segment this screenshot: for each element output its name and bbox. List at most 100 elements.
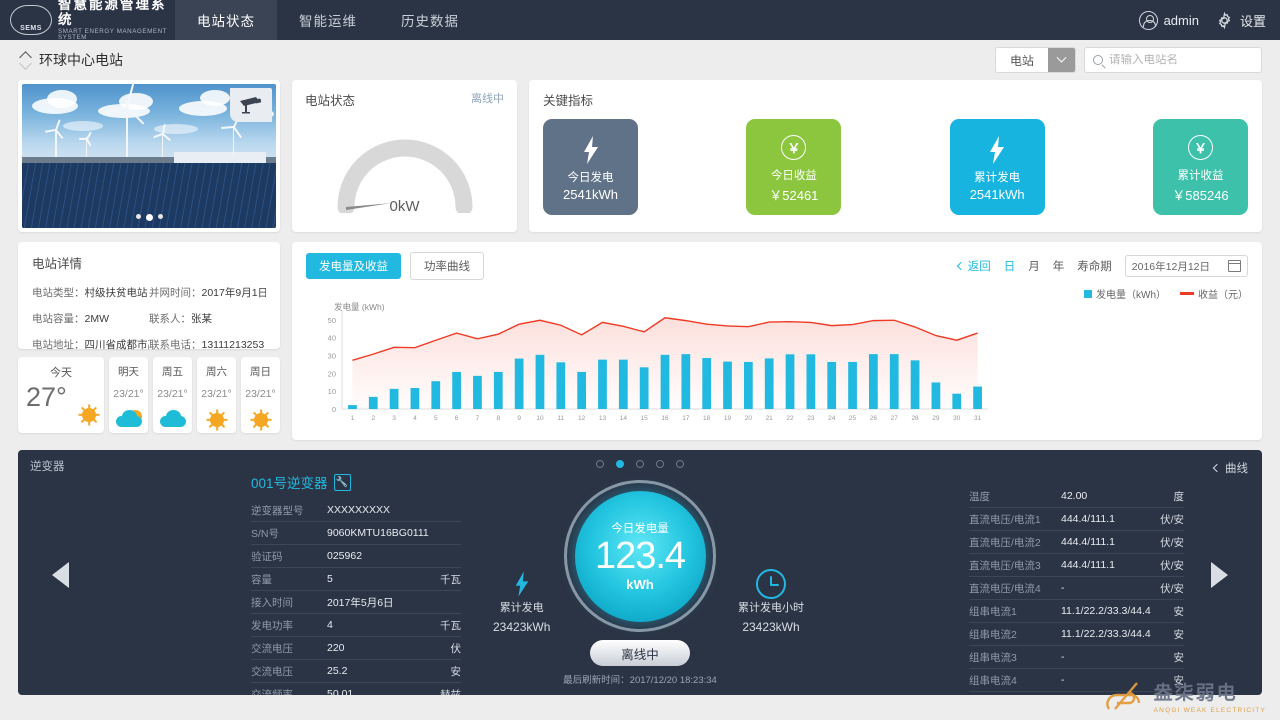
weather-day-label: 明天 — [112, 364, 145, 379]
svg-text:40: 40 — [328, 334, 336, 343]
svg-text:23: 23 — [807, 415, 815, 422]
legend-swatch — [1180, 292, 1194, 295]
station-photo-carousel[interactable] — [18, 80, 280, 232]
weather-day-label: 周六 — [200, 364, 233, 379]
gear-icon — [1215, 11, 1234, 30]
svg-text:20: 20 — [328, 369, 336, 378]
top-navigation-bar: SEMS 智慧能源管理系统 SMART ENERGY MANAGEMENT SY… — [0, 0, 1280, 40]
kpi-today-generation[interactable]: 今日发电 2541kWh — [543, 119, 638, 215]
camera-icon[interactable] — [230, 88, 272, 122]
legend-item-income: 收益（元） — [1180, 286, 1248, 301]
svg-text:2: 2 — [371, 415, 375, 422]
range-month[interactable]: 月 — [1028, 258, 1040, 274]
gauge-unit: kWh — [626, 577, 653, 592]
svg-text:30: 30 — [953, 415, 961, 422]
svg-text:30: 30 — [328, 352, 336, 361]
tab-generation-income[interactable]: 发电量及收益 — [306, 253, 401, 279]
kpi-today-income[interactable]: ￥ 今日收益 ￥52461 — [746, 119, 841, 215]
svg-text:7: 7 — [476, 415, 480, 422]
svg-text:15: 15 — [641, 415, 649, 422]
search-icon — [1093, 55, 1103, 65]
svg-text:14: 14 — [620, 415, 628, 422]
gauge-value: 123.4 — [595, 537, 685, 577]
generation-chart-card: 发电量及收益 功率曲线 返回 日 月 年 寿命期 2016年12月12日 发电量… — [292, 242, 1262, 440]
station-photo — [22, 84, 276, 228]
detail-label: 联系电话： — [149, 339, 202, 351]
inverter-dot[interactable] — [636, 460, 644, 468]
kpi-value: ￥52461 — [769, 185, 818, 204]
cctv-camera-glyph — [238, 96, 264, 114]
filter-select[interactable]: 电站 — [995, 47, 1076, 73]
inverter-carousel-dots[interactable] — [18, 460, 1262, 468]
station-selector[interactable]: 环球中心电站 — [18, 50, 123, 70]
gauge-value: 0kW — [305, 198, 504, 215]
svg-text:0: 0 — [332, 405, 336, 414]
tab-power-curve[interactable]: 功率曲线 — [410, 252, 484, 280]
detail-value: 2017年9月1日 — [202, 287, 267, 299]
svg-text:21: 21 — [766, 415, 774, 422]
inverter-total-generation: 累计发电 23423kWh — [493, 575, 550, 634]
weather-day-label: 周五 — [156, 364, 189, 379]
gauge-inner-circle: 今日发电量 123.4 kWh — [575, 491, 706, 622]
kpi-label: 今日发电 — [568, 169, 614, 185]
carousel-dot[interactable] — [158, 214, 163, 219]
sub-header: 环球中心电站 电站 — [0, 40, 1280, 80]
svg-text:11: 11 — [557, 415, 564, 422]
inverter-total-hours: 累计发电小时 23423kWh — [738, 575, 804, 634]
weather-temp: 23/21° — [200, 388, 233, 400]
detail-item: 电站容量：2MW — [32, 311, 149, 326]
generation-income-chart: 0102030405012345678910111213141516171819… — [306, 303, 996, 425]
weather-today: 今天 27° — [18, 357, 104, 433]
chevron-down-icon[interactable] — [1048, 48, 1075, 72]
watermark-mark-icon — [1103, 679, 1147, 713]
carousel-dots[interactable] — [22, 214, 276, 221]
inverter-dot-active[interactable] — [616, 460, 624, 468]
nav-tab-station-status[interactable]: 电站状态 — [175, 0, 277, 40]
svg-text:8: 8 — [496, 415, 500, 422]
inverter-dot[interactable] — [676, 460, 684, 468]
svg-text:10: 10 — [328, 387, 336, 396]
nav-tab-smart-ops[interactable]: 智能运维 — [277, 0, 379, 40]
user-menu[interactable]: admin — [1139, 11, 1199, 30]
carousel-dot[interactable] — [136, 214, 141, 219]
weather-day-label: 今天 — [26, 364, 96, 380]
kpi-total-generation[interactable]: 累计发电 2541kWh — [950, 119, 1045, 215]
inverter-status-button[interactable]: 离线中 — [590, 640, 690, 666]
date-picker[interactable]: 2016年12月12日 — [1125, 255, 1248, 277]
weather-day: 周六 23/21° — [197, 357, 236, 433]
svg-text:20: 20 — [745, 415, 753, 422]
svg-text:17: 17 — [682, 415, 690, 422]
svg-text:24: 24 — [828, 415, 836, 422]
range-lifetime[interactable]: 寿命期 — [1077, 258, 1112, 274]
detail-value: 13111213253 — [202, 339, 265, 351]
power-gauge: 0kW — [305, 117, 504, 213]
search-input[interactable] — [1109, 54, 1253, 66]
svg-text:31: 31 — [974, 415, 982, 422]
date-value: 2016年12月12日 — [1132, 259, 1210, 274]
kpi-total-income[interactable]: ￥ 累计收益 ￥585246 — [1153, 119, 1248, 215]
carousel-dot-active[interactable] — [146, 214, 153, 221]
calendar-icon[interactable] — [1228, 260, 1241, 272]
svg-text:3: 3 — [392, 415, 396, 422]
range-year[interactable]: 年 — [1053, 258, 1065, 274]
weather-temp: 23/21° — [112, 388, 145, 400]
svg-text:25: 25 — [849, 415, 857, 422]
svg-text:22: 22 — [786, 415, 794, 422]
detail-value: 张某 — [191, 313, 212, 325]
nav-tab-history-data[interactable]: 历史数据 — [379, 0, 481, 40]
brand-title-cn: 智慧能源管理系统 — [58, 0, 175, 27]
back-button[interactable]: 返回 — [958, 258, 991, 274]
clock-icon — [756, 569, 786, 599]
settings-menu[interactable]: 设置 — [1215, 11, 1266, 30]
inverter-dot[interactable] — [596, 460, 604, 468]
inverter-dot[interactable] — [656, 460, 664, 468]
legend-label: 发电量（kWh） — [1096, 286, 1166, 301]
weather-day-label: 周日 — [244, 364, 277, 379]
svg-text:6: 6 — [455, 415, 459, 422]
watermark-text-cn: 盎柒弱电 — [1154, 678, 1266, 705]
weather-day: 周日 23/21° — [241, 357, 280, 433]
watermark-logo: 盎柒弱电 ANQGI WEAK ELECTRICITY — [1103, 678, 1266, 714]
search-box[interactable] — [1084, 47, 1262, 73]
range-day[interactable]: 日 — [1004, 258, 1016, 274]
search-area: 电站 — [995, 47, 1262, 73]
